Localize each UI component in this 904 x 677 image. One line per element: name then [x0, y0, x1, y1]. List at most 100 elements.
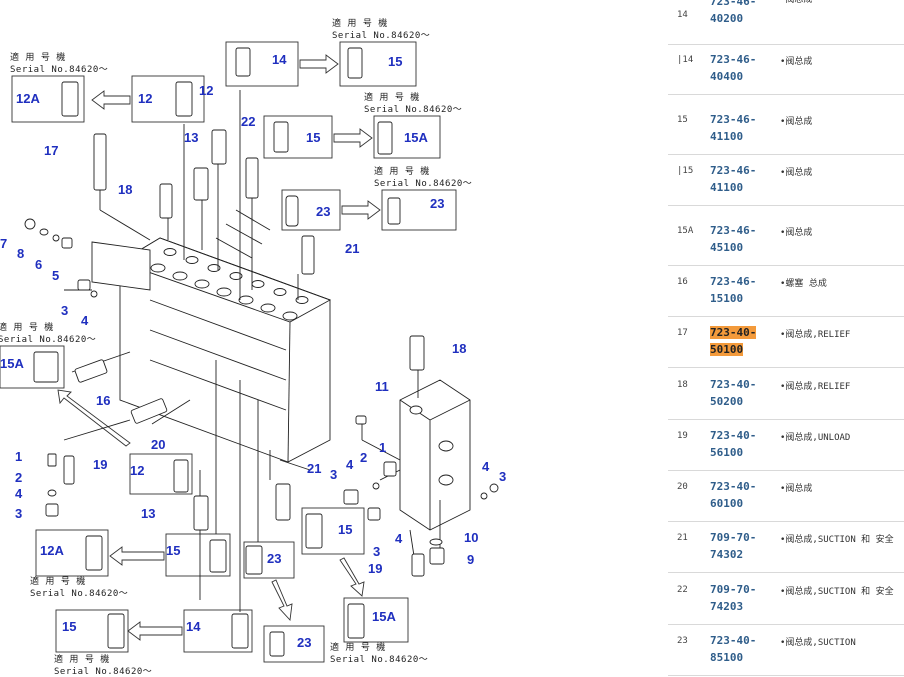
- part-number-line2: 41100: [710, 130, 744, 143]
- part-number-link[interactable]: 723-40- 85100: [710, 632, 758, 666]
- part-number-line1: 709-70-: [710, 531, 757, 544]
- parts-list-row[interactable]: 16 723-46- 15100 •螺塞 总成: [668, 265, 904, 317]
- part-number-line1: 723-40-: [710, 326, 757, 339]
- callout-label: 21: [345, 241, 359, 256]
- parts-list-row[interactable]: 19 723-40- 56100 •阀总成,UNLOAD: [668, 419, 904, 471]
- callout-label: 9: [467, 552, 474, 567]
- part-number-line2: 40200: [710, 12, 744, 25]
- part-description: •阀总成,RELIEF: [780, 330, 851, 340]
- parts-list-row[interactable]: |14 723-46- 40400 •阀总成: [668, 43, 904, 95]
- part-description: •阀总成,RELIEF: [780, 382, 851, 392]
- callout-label: 13: [184, 130, 198, 145]
- exploded-parts-diagram: 適 用 号 機 Serial No.84620～ 適 用 号 機 Serial …: [0, 0, 668, 677]
- serial-title: 適 用 号 機: [10, 51, 66, 63]
- item-number: 17: [677, 328, 688, 338]
- item-number: 22: [677, 585, 688, 595]
- part-number-link[interactable]: 723-46- 40200: [710, 0, 758, 27]
- parts-list-row[interactable]: 15A 723-46- 45100 •阀总成: [668, 214, 904, 266]
- part-description: •阀总成: [780, 117, 813, 127]
- callout-label: 15A: [0, 356, 24, 371]
- callout-label: 15: [62, 619, 76, 634]
- item-number: |14: [677, 55, 694, 65]
- part-number-link[interactable]: 723-46- 41100: [710, 162, 758, 196]
- part-number-link[interactable]: 709-70- 74302: [710, 529, 758, 563]
- callout-label: 11: [375, 379, 389, 394]
- item-number: 15: [677, 115, 688, 125]
- part-description: •阀总成,SUCTION: [780, 638, 856, 648]
- part-number-link[interactable]: 723-40- 50100: [710, 324, 758, 358]
- item-number: 18: [677, 380, 688, 390]
- part-number-link[interactable]: 723-46- 40400: [710, 51, 758, 85]
- part-number-line2: 85100: [710, 651, 744, 664]
- part-description: •阀总成: [780, 168, 813, 178]
- serial-title: 適 用 号 機: [374, 165, 430, 177]
- callout-label: 23: [267, 551, 281, 566]
- parts-list-row[interactable]: 20 723-40- 60100 •阀总成: [668, 470, 904, 522]
- parts-list-row[interactable]: 18 723-40- 50200 •阀总成,RELIEF: [668, 368, 904, 420]
- callout-label: 3: [61, 303, 68, 318]
- callout-label: 5: [52, 268, 59, 283]
- item-number: 16: [677, 277, 688, 287]
- callout-label: 4: [15, 486, 23, 501]
- parts-list-row[interactable]: 23 723-40- 85100 •阀总成,SUCTION: [668, 624, 904, 676]
- part-number-link[interactable]: 723-46- 15100: [710, 273, 758, 307]
- part-number-line1: 723-40-: [710, 634, 757, 647]
- part-number-line1: 723-46-: [710, 0, 757, 8]
- part-description: •阀总成,SUCTION 和 安全: [780, 535, 894, 545]
- serial-title: 適 用 号 機: [30, 575, 86, 587]
- callout-label: 6: [35, 257, 42, 272]
- part-number-line1: 723-46-: [710, 53, 757, 66]
- diagram-drawing: 適 用 号 機 Serial No.84620～ 適 用 号 機 Serial …: [0, 17, 506, 677]
- item-number: 15A: [677, 226, 694, 236]
- part-description: •阀总成: [780, 484, 813, 494]
- part-number-line1: 723-46-: [710, 164, 757, 177]
- part-number-line1: 723-46-: [710, 113, 757, 126]
- part-number-line2: 50100: [710, 343, 744, 356]
- callout-label: 4: [346, 457, 354, 472]
- part-description: •阀总成: [780, 228, 813, 238]
- part-number-link[interactable]: 709-70- 74203: [710, 581, 758, 615]
- part-number-line1: 723-46-: [710, 275, 757, 288]
- callout-label: 13: [141, 506, 155, 521]
- callout-label: 14: [186, 619, 201, 634]
- part-number-line1: 723-46-: [710, 224, 757, 237]
- callout-label: 12A: [40, 543, 64, 558]
- callout-label: 19: [93, 457, 107, 472]
- part-number-link[interactable]: 723-46- 41100: [710, 111, 758, 145]
- callout-label: 3: [330, 467, 337, 482]
- serial-number: Serial No.84620～: [330, 655, 428, 665]
- parts-list-row[interactable]: 21 709-70- 74302 •阀总成,SUCTION 和 安全: [668, 521, 904, 573]
- callout-label: 17: [44, 143, 58, 158]
- callout-label: 23: [316, 204, 330, 219]
- part-number-line2: 50200: [710, 395, 744, 408]
- callout-label: 12: [138, 91, 152, 106]
- callout-label: 22: [241, 114, 255, 129]
- callout-label: 8: [17, 246, 24, 261]
- part-number-line1: 709-70-: [710, 583, 757, 596]
- part-number-link[interactable]: 723-40- 56100: [710, 427, 758, 461]
- part-number-line2: 15100: [710, 292, 744, 305]
- callout-label: 3: [499, 469, 506, 484]
- callout-label: 2: [360, 450, 367, 465]
- part-number-line1: 723-40-: [710, 378, 757, 391]
- parts-list-row[interactable]: 14 723-46- 40200 •阀总成: [668, 0, 904, 45]
- callout-label: 4: [395, 531, 403, 546]
- parts-list-row[interactable]: 15 723-46- 41100 •阀总成: [668, 103, 904, 155]
- callout-label: 1: [15, 449, 22, 464]
- item-number: 23: [677, 636, 688, 646]
- callout-label: 12A: [16, 91, 40, 106]
- item-number: 20: [677, 482, 688, 492]
- part-number-link[interactable]: 723-46- 45100: [710, 222, 758, 256]
- parts-list-row[interactable]: 17 723-40- 50100 •阀总成,RELIEF: [668, 316, 904, 368]
- callout-label: 15: [388, 54, 402, 69]
- parts-list-row[interactable]: |15 723-46- 41100 •阀总成: [668, 154, 904, 206]
- callout-label: 18: [452, 341, 466, 356]
- part-number-link[interactable]: 723-40- 60100: [710, 478, 758, 512]
- parts-list: 14 723-46- 40200 •阀总成 |14 723-46- 40400 •阀总成 15 7…: [668, 0, 904, 677]
- part-number-line2: 60100: [710, 497, 744, 510]
- serial-title: 適 用 号 機: [332, 17, 388, 29]
- part-number-line2: 74302: [710, 548, 744, 561]
- part-description: •阀总成,SUCTION 和 安全: [780, 587, 894, 597]
- parts-list-row[interactable]: 22 709-70- 74203 •阀总成,SUCTION 和 安全: [668, 573, 904, 625]
- part-number-link[interactable]: 723-40- 50200: [710, 376, 758, 410]
